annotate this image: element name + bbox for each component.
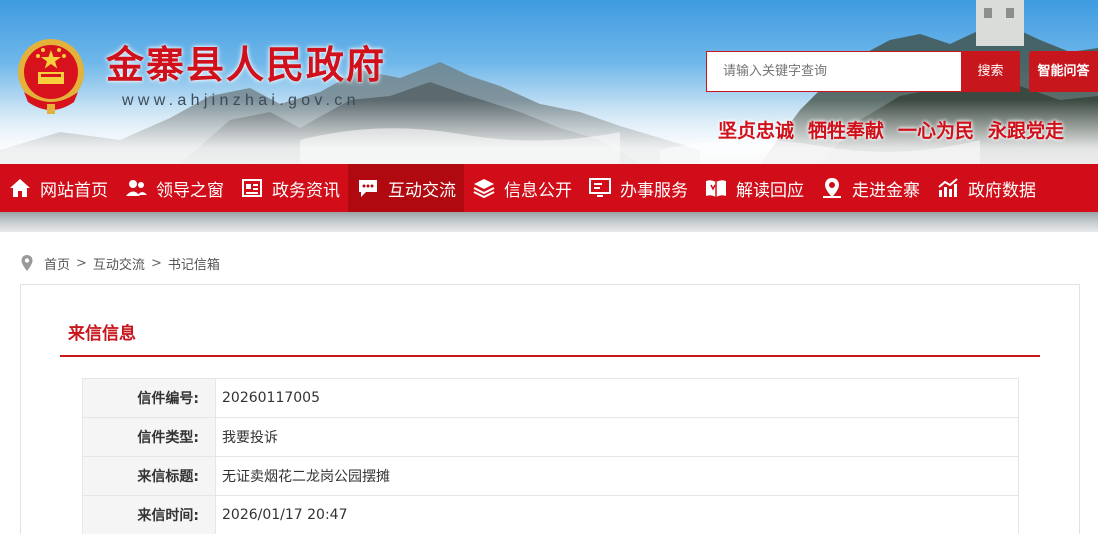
letter-info-table: 信件编号: 20260117005 信件类型: 我要投诉 来信标题: 无证卖烟花… — [82, 378, 1019, 534]
table-row: 来信时间: 2026/01/17 20:47 — [82, 495, 1019, 534]
nav-item-interpretation[interactable]: 解读回应 — [696, 164, 812, 212]
nav-item-home[interactable]: 网站首页 — [0, 164, 116, 212]
breadcrumb-home-link[interactable]: 首页 — [44, 254, 70, 273]
main-nav: 网站首页 领导之窗 政务资讯 互动交流 信息公开 办事服务 解读回应 走进金寨 … — [0, 164, 1098, 212]
section-divider — [60, 355, 1040, 357]
nav-item-gov-data[interactable]: 政府数据 — [928, 164, 1044, 212]
row-value: 无证卖烟花二龙岗公园摆摊 — [215, 456, 1019, 496]
section-title: 来信信息 — [68, 324, 136, 344]
search-input[interactable] — [706, 51, 962, 92]
table-row: 信件编号: 20260117005 — [82, 378, 1019, 418]
home-icon — [10, 179, 30, 197]
chat-icon — [359, 180, 377, 197]
search-button[interactable]: 搜索 — [961, 51, 1020, 92]
nav-item-label: 领导之窗 — [156, 180, 224, 201]
nav-item-interaction[interactable]: 互动交流 — [348, 164, 464, 212]
slogan-item: 一心为民 — [898, 120, 975, 142]
slogan: 坚贞忠诚 牺牲奉献 一心为民 永跟党走 — [718, 116, 1064, 143]
nav-item-label: 互动交流 — [388, 180, 456, 201]
nav-item-label: 信息公开 — [504, 180, 572, 201]
row-label: 信件编号: — [82, 378, 216, 418]
nav-item-disclosure[interactable]: 信息公开 — [464, 164, 580, 212]
slogan-item: 牺牲奉献 — [808, 120, 885, 142]
nav-item-about-jinzhai[interactable]: 走进金寨 — [812, 164, 928, 212]
breadcrumb-separator: > — [76, 255, 87, 271]
slogan-item: 永跟党走 — [988, 120, 1065, 142]
chart-icon — [938, 178, 958, 197]
nav-item-label: 办事服务 — [620, 180, 688, 201]
nav-item-services[interactable]: 办事服务 — [580, 164, 696, 212]
row-value: 2026/01/17 20:47 — [215, 495, 1019, 534]
nav-item-label: 政府数据 — [968, 180, 1036, 201]
breadcrumb-separator: > — [150, 255, 162, 271]
table-row: 来信标题: 无证卖烟花二龙岗公园摆摊 — [82, 456, 1019, 496]
nav-item-label: 政务资讯 — [272, 180, 340, 201]
banner-bottom-strip — [0, 212, 1098, 232]
row-value: 我要投诉 — [215, 417, 1019, 457]
row-label: 信件类型: — [82, 417, 216, 457]
site-url: www.ahjinzhai.gov.cn — [122, 92, 360, 109]
breadcrumb-mailbox-link[interactable]: 书记信箱 — [168, 254, 220, 273]
location-icon — [823, 178, 841, 198]
site-title: 金寨县人民政府 — [106, 42, 387, 87]
site-header: 金寨县人民政府 www.ahjinzhai.gov.cn 搜索 智能问答 坚贞忠… — [0, 0, 1098, 164]
news-icon — [242, 179, 262, 197]
monitor-icon — [589, 178, 611, 197]
slogan-item: 坚贞忠诚 — [718, 120, 795, 142]
ai-qa-button[interactable]: 智能问答 — [1029, 51, 1098, 92]
national-emblem-icon — [18, 39, 84, 114]
layers-icon — [473, 179, 495, 199]
row-label: 来信标题: — [82, 456, 216, 496]
row-label: 来信时间: — [82, 495, 216, 534]
nav-item-leaders[interactable]: 领导之窗 — [116, 164, 232, 212]
nav-item-label: 走进金寨 — [852, 180, 920, 201]
nav-item-label: 网站首页 — [40, 180, 108, 201]
row-value: 20260117005 — [215, 378, 1019, 418]
people-icon — [126, 180, 147, 196]
location-pin-icon — [21, 255, 33, 271]
nav-item-label: 解读回应 — [736, 180, 804, 201]
breadcrumb-interaction-link[interactable]: 互动交流 — [93, 254, 145, 273]
table-row: 信件类型: 我要投诉 — [82, 417, 1019, 457]
breadcrumb: 首页 > 互动交流 > 书记信箱 — [20, 254, 220, 273]
book-icon — [706, 180, 726, 197]
nav-item-news[interactable]: 政务资讯 — [232, 164, 348, 212]
